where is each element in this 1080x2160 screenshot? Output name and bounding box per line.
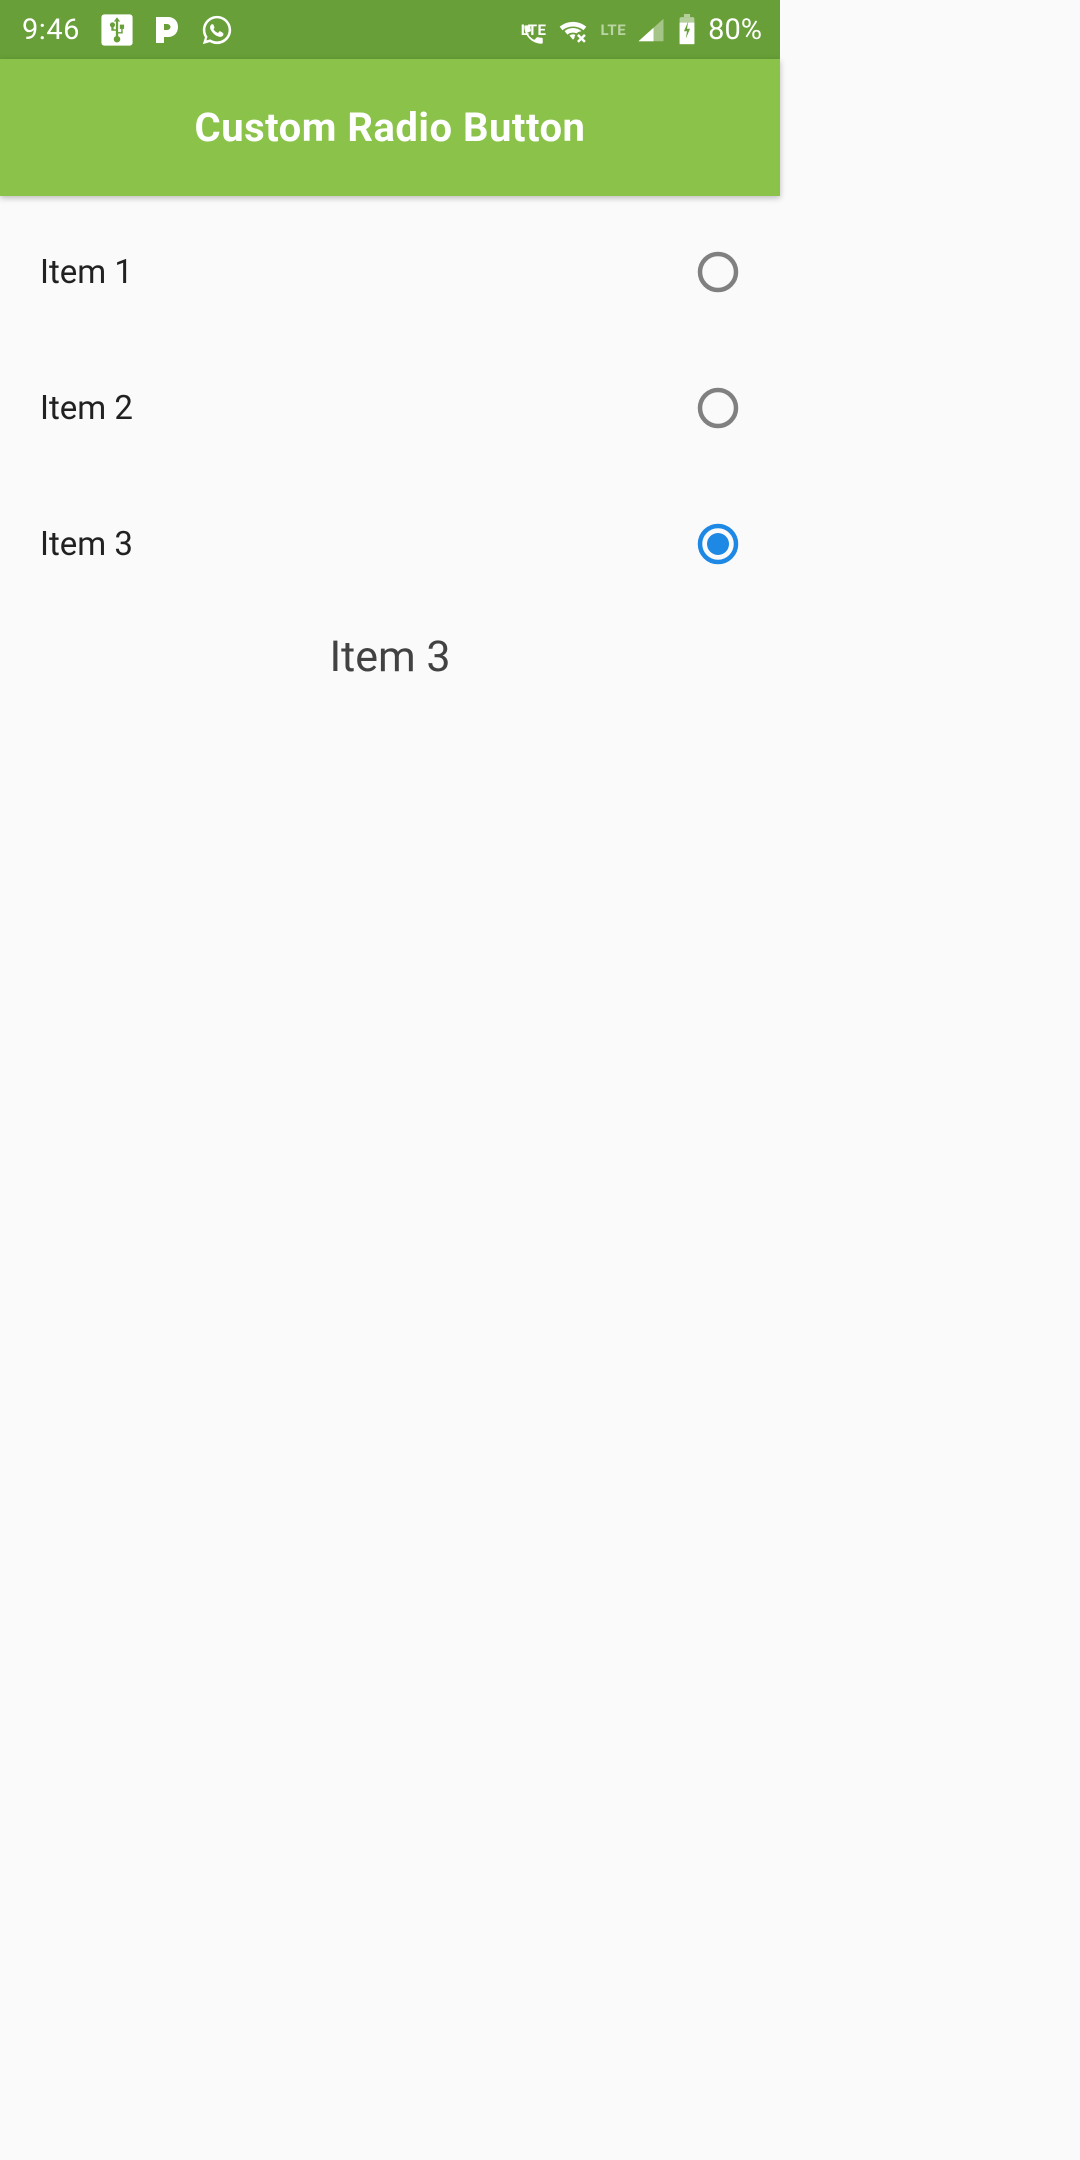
signal-icon — [636, 16, 666, 44]
radio-label: Item 2 — [40, 389, 133, 428]
radio-label: Item 3 — [40, 525, 133, 564]
usb-icon — [100, 13, 134, 47]
whatsapp-icon — [200, 13, 234, 47]
status-left: 9:46 — [22, 13, 234, 47]
content-area: Item 1 Item 2 Item 3 Item 3 — [0, 196, 780, 682]
radio-unchecked-icon[interactable] — [696, 250, 740, 294]
selected-value-text: Item 3 — [0, 632, 780, 682]
p-icon — [154, 15, 180, 45]
battery-charging-icon — [676, 14, 698, 46]
radio-item-2[interactable]: Item 2 — [0, 340, 780, 476]
status-right: LTE LTE 80% — [521, 13, 762, 47]
app-bar: Custom Radio Button — [0, 59, 780, 196]
radio-item-3[interactable]: Item 3 — [0, 476, 780, 612]
lte-label-2: LTE — [600, 21, 626, 39]
phone-call-icon — [520, 21, 546, 47]
battery-percent: 80% — [708, 13, 762, 47]
radio-checked-icon[interactable] — [696, 522, 740, 566]
radio-item-1[interactable]: Item 1 — [0, 204, 780, 340]
radio-unchecked-icon[interactable] — [696, 386, 740, 430]
status-bar: 9:46 LTE — [0, 0, 780, 59]
page-title: Custom Radio Button — [195, 104, 586, 151]
status-clock: 9:46 — [22, 13, 80, 47]
radio-label: Item 1 — [40, 253, 133, 292]
wifi-off-icon — [556, 16, 590, 44]
